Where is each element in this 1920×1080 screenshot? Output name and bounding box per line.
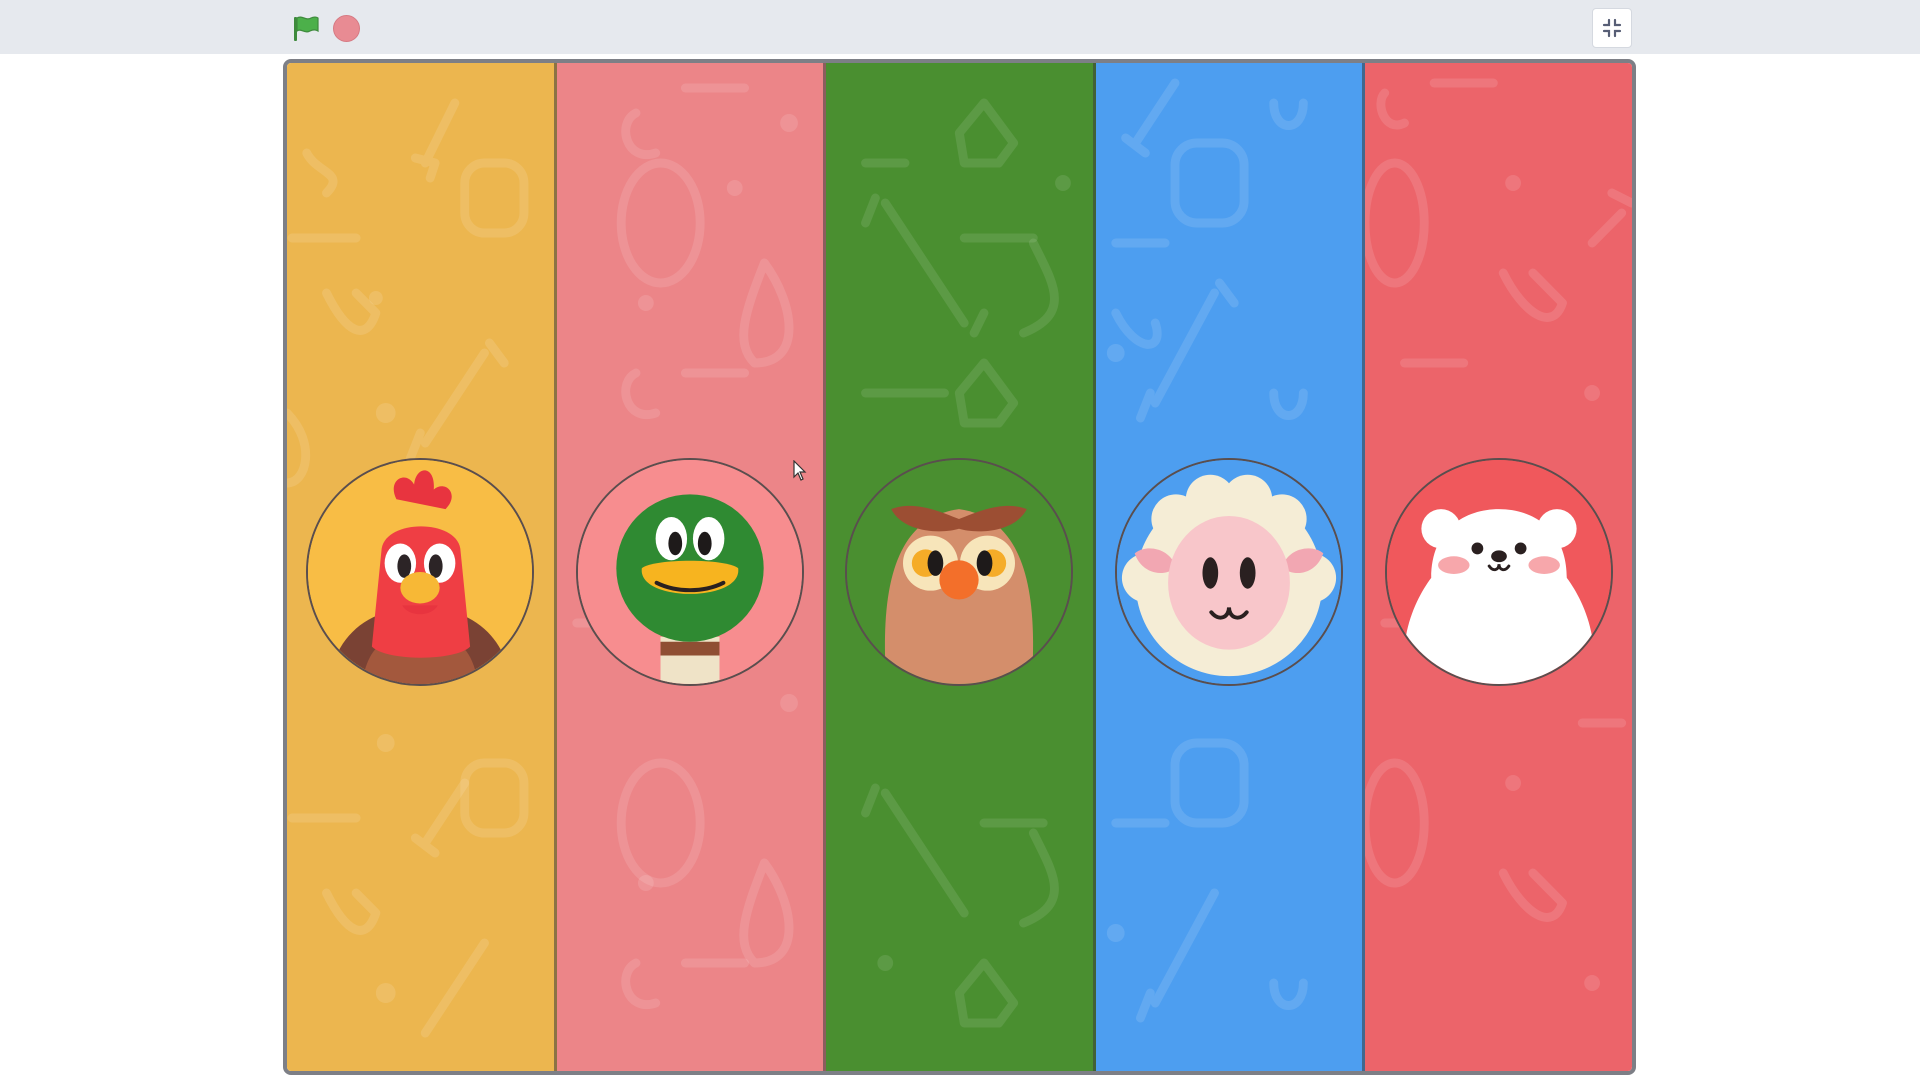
stage-toolbar bbox=[0, 0, 1920, 54]
column-sheep bbox=[1095, 63, 1366, 1071]
duck-avatar bbox=[577, 460, 802, 684]
green-flag-icon bbox=[294, 16, 319, 41]
column-owl bbox=[826, 63, 1096, 1071]
stop-button[interactable] bbox=[333, 15, 360, 42]
stage[interactable] bbox=[283, 59, 1636, 1075]
column-duck bbox=[556, 63, 827, 1071]
owl-avatar bbox=[847, 460, 1072, 684]
exit-fullscreen-icon bbox=[1602, 18, 1622, 38]
polar-bear-avatar bbox=[1386, 460, 1611, 684]
sheep-avatar bbox=[1117, 460, 1342, 684]
duck-portrait[interactable] bbox=[575, 458, 804, 686]
rooster-avatar bbox=[308, 460, 533, 684]
column-polar-bear bbox=[1365, 63, 1632, 1071]
exit-fullscreen-button[interactable] bbox=[1592, 8, 1632, 48]
green-flag-button[interactable] bbox=[290, 14, 322, 42]
column-rooster bbox=[287, 63, 557, 1071]
sheep-portrait[interactable] bbox=[1115, 458, 1344, 686]
owl-portrait[interactable] bbox=[845, 458, 1074, 686]
polar-bear-portrait[interactable] bbox=[1384, 458, 1613, 686]
rooster-portrait[interactable] bbox=[306, 458, 535, 686]
